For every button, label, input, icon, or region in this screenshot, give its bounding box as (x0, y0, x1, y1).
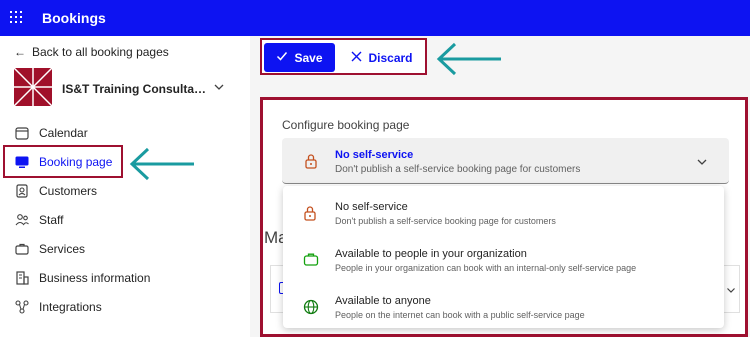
app-launcher-icon[interactable] (10, 11, 24, 25)
app-title: Bookings (42, 10, 106, 26)
business-logo (13, 67, 53, 107)
globe-icon (303, 299, 319, 320)
option-title: Available to anyone (335, 295, 431, 307)
sidebar-item-label: Staff (39, 212, 64, 227)
sidebar-item-staff[interactable]: Staff (0, 205, 250, 234)
lock-icon (303, 205, 317, 226)
highlight-box-booking-page (3, 145, 123, 178)
building-icon (14, 270, 30, 286)
discard-button-label: Discard (368, 50, 413, 65)
services-icon (14, 241, 30, 257)
sidebar-item-label: Services (39, 241, 86, 256)
checkmark-icon (276, 50, 288, 65)
calendar-icon (14, 125, 30, 141)
discard-button[interactable]: Discard (343, 43, 421, 72)
selected-option-title: No self-service (335, 149, 414, 161)
sidebar-item-business-information[interactable]: Business information (0, 263, 250, 292)
top-bar: Bookings (0, 0, 750, 36)
customers-icon (14, 183, 30, 199)
visibility-dropdown-list: No self-service Don't publish a self-ser… (283, 186, 724, 328)
sidebar-item-label: Customers (39, 183, 98, 198)
back-to-booking-pages-link[interactable]: ← Back to all booking pages (14, 45, 169, 59)
option-available-organization[interactable]: Available to people in your organization… (283, 235, 724, 283)
sidebar-item-label: Business information (39, 270, 151, 285)
save-button-label: Save (294, 50, 323, 65)
business-name[interactable]: IS&T Training Consultatio... (62, 82, 207, 96)
option-no-self-service[interactable]: No self-service Don't publish a self-ser… (283, 188, 724, 236)
chevron-down-icon[interactable] (696, 155, 708, 173)
annotation-arrow-left-icon (129, 147, 194, 181)
option-title: Available to people in your organization (335, 248, 527, 260)
staff-icon (14, 212, 30, 228)
sidebar-item-customers[interactable]: Customers (0, 176, 250, 205)
sidebar-item-services[interactable]: Services (0, 234, 250, 263)
chevron-down-icon[interactable] (213, 80, 225, 98)
back-arrow-icon: ← (14, 45, 26, 59)
option-title: No self-service (335, 201, 408, 213)
option-description: People in your organization can book wit… (335, 263, 637, 273)
sidebar-item-label: Calendar (39, 125, 88, 140)
back-link-label: Back to all booking pages (32, 45, 169, 59)
lock-icon (304, 153, 318, 174)
booking-page-visibility-select[interactable]: No self-service Don't publish a self-ser… (282, 138, 729, 184)
option-description: People on the internet can book with a p… (335, 310, 585, 320)
sidebar-item-label: Integrations (39, 299, 102, 314)
save-button[interactable]: Save (264, 43, 335, 72)
sidebar-item-integrations[interactable]: Integrations (0, 292, 250, 321)
option-description: Don't publish a self-service booking pag… (335, 216, 556, 226)
integrations-icon (14, 299, 30, 315)
selected-option-description: Don't publish a self-service booking pag… (335, 164, 581, 175)
sidebar: ← Back to all booking pages IS&T Trainin… (0, 36, 250, 337)
briefcase-icon (303, 252, 319, 271)
configure-booking-page-label: Configure booking page (282, 118, 410, 132)
close-icon (351, 51, 362, 65)
chevron-down-icon (726, 282, 736, 300)
annotation-arrow-left-icon (436, 42, 501, 76)
sidebar-item-calendar[interactable]: Calendar (0, 118, 250, 147)
option-available-anyone[interactable]: Available to anyone People on the intern… (283, 282, 724, 330)
